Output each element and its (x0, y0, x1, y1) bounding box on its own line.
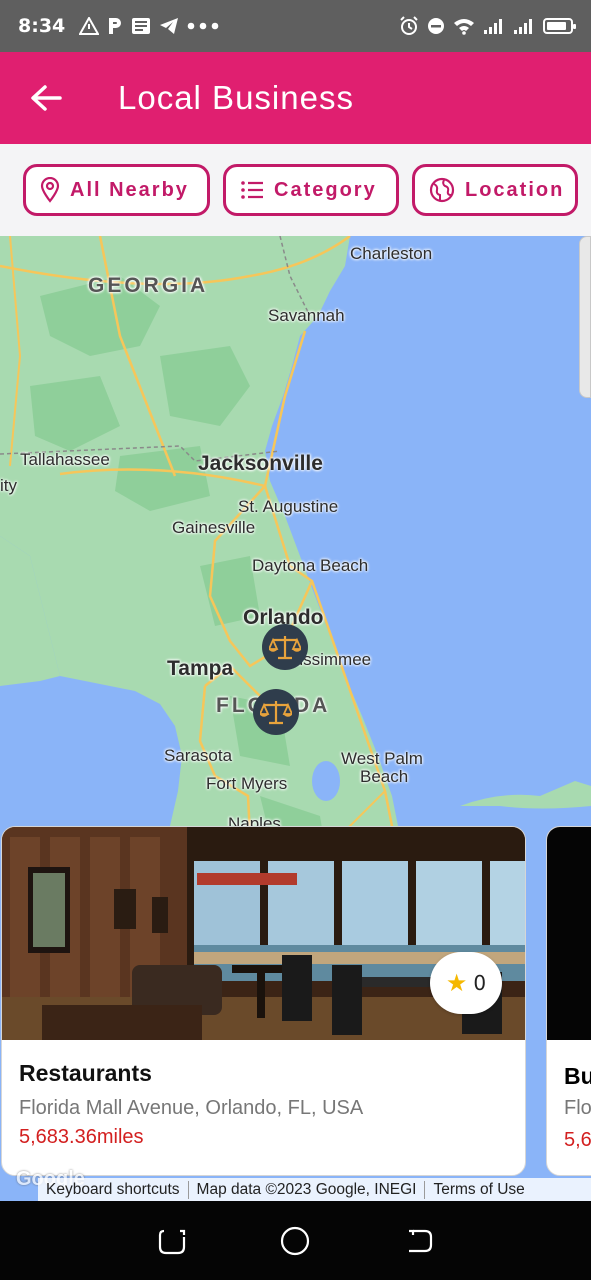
globe-icon (429, 177, 455, 203)
p-icon (109, 18, 122, 34)
signal-icon (484, 19, 502, 34)
notification-icons (79, 16, 219, 36)
business-distance: 5,6 (564, 1129, 591, 1151)
map-side-handle[interactable] (579, 236, 591, 398)
page-title: Local Business (118, 79, 354, 116)
back-button[interactable] (16, 68, 76, 128)
business-title: Restaurants (19, 1060, 152, 1086)
map-label-georgia: GEORGIA (88, 274, 209, 297)
rating-badge: ★ 0 (430, 952, 502, 1014)
screen: 8:34 Local Business All Nearby Category … (0, 0, 591, 1280)
business-card[interactable]: Bu Flo 5,6 (546, 826, 591, 1176)
business-address: Flo (564, 1097, 591, 1119)
business-distance: 5,683.36miles (19, 1126, 144, 1148)
map-label-jacksonville: Jacksonville (198, 452, 323, 475)
recent-apps-button[interactable] (150, 1219, 194, 1263)
keyboard-shortcuts-link[interactable]: Keyboard shortcuts (38, 1181, 188, 1199)
filter-chip-category[interactable]: Category (223, 164, 399, 216)
business-info: Restaurants Florida Mall Avenue, Orlando… (2, 1040, 525, 1175)
business-marker[interactable] (253, 689, 299, 735)
rating-value: 0 (473, 971, 487, 995)
map-label-tampa: Tampa (167, 657, 234, 680)
map-attribution: Keyboard shortcuts Map data ©2023 Google… (38, 1178, 591, 1201)
home-button[interactable] (273, 1219, 317, 1263)
map-label-west-palm: West Palm (341, 749, 423, 768)
battery-icon (543, 18, 576, 34)
list-icon (241, 181, 263, 199)
map-label-gainesville: Gainesville (172, 518, 256, 537)
system-icons (399, 16, 576, 36)
business-title: Bu (564, 1063, 591, 1089)
warning-icon (79, 17, 100, 35)
news-icon (132, 18, 151, 34)
filter-chip-label: All Nearby (70, 178, 189, 201)
map-label-st-augustine: St. Augustine (238, 497, 339, 516)
home-icon (281, 1226, 310, 1255)
telegram-icon (160, 18, 179, 34)
filter-chip-label: Location (465, 178, 565, 201)
app-bar: Local Business (0, 52, 591, 144)
map-pin-icon (40, 177, 60, 203)
scales-icon (269, 636, 301, 660)
map-label-fort-myers: Fort Myers (206, 774, 288, 793)
filter-chip-all-nearby[interactable]: All Nearby (23, 164, 210, 216)
signal-icon (514, 19, 532, 34)
arrow-left-icon (31, 85, 62, 111)
back-nav-button[interactable] (397, 1219, 441, 1263)
filter-chip-label: Category (274, 178, 377, 201)
dnd-icon (428, 18, 444, 34)
filter-chip-location[interactable]: Location (412, 164, 578, 216)
terms-link[interactable]: Terms of Use (425, 1181, 532, 1199)
map-label-charleston: Charleston (350, 244, 433, 263)
business-photo (547, 827, 591, 1040)
map-label-daytona: Daytona Beach (252, 556, 369, 575)
map-label-sarasota: Sarasota (164, 746, 233, 765)
map-label-savannah: Savannah (268, 306, 345, 325)
alarm-icon (400, 16, 418, 35)
map-label-tallahassee: Tallahassee (20, 450, 110, 469)
map-data-text: Map data ©2023 Google, INEGI (196, 1180, 417, 1198)
status-bar: 8:34 (0, 0, 591, 52)
filter-bar: All Nearby Category Location (0, 144, 591, 236)
recent-apps-icon (158, 1229, 185, 1254)
business-marker[interactable] (262, 624, 308, 670)
business-address: Florida Mall Avenue, Orlando, FL, USA (19, 1097, 364, 1119)
star-icon: ★ (445, 969, 468, 997)
scales-icon (260, 701, 292, 725)
map-label-west-palm-beach: Beach (360, 767, 409, 786)
more-dots-icon (187, 22, 219, 30)
map-label-ity: ity (0, 476, 17, 495)
back-icon (409, 1229, 433, 1252)
wifi-icon (454, 19, 474, 35)
system-nav-bar (0, 1201, 591, 1280)
status-time: 8:34 (18, 15, 66, 37)
